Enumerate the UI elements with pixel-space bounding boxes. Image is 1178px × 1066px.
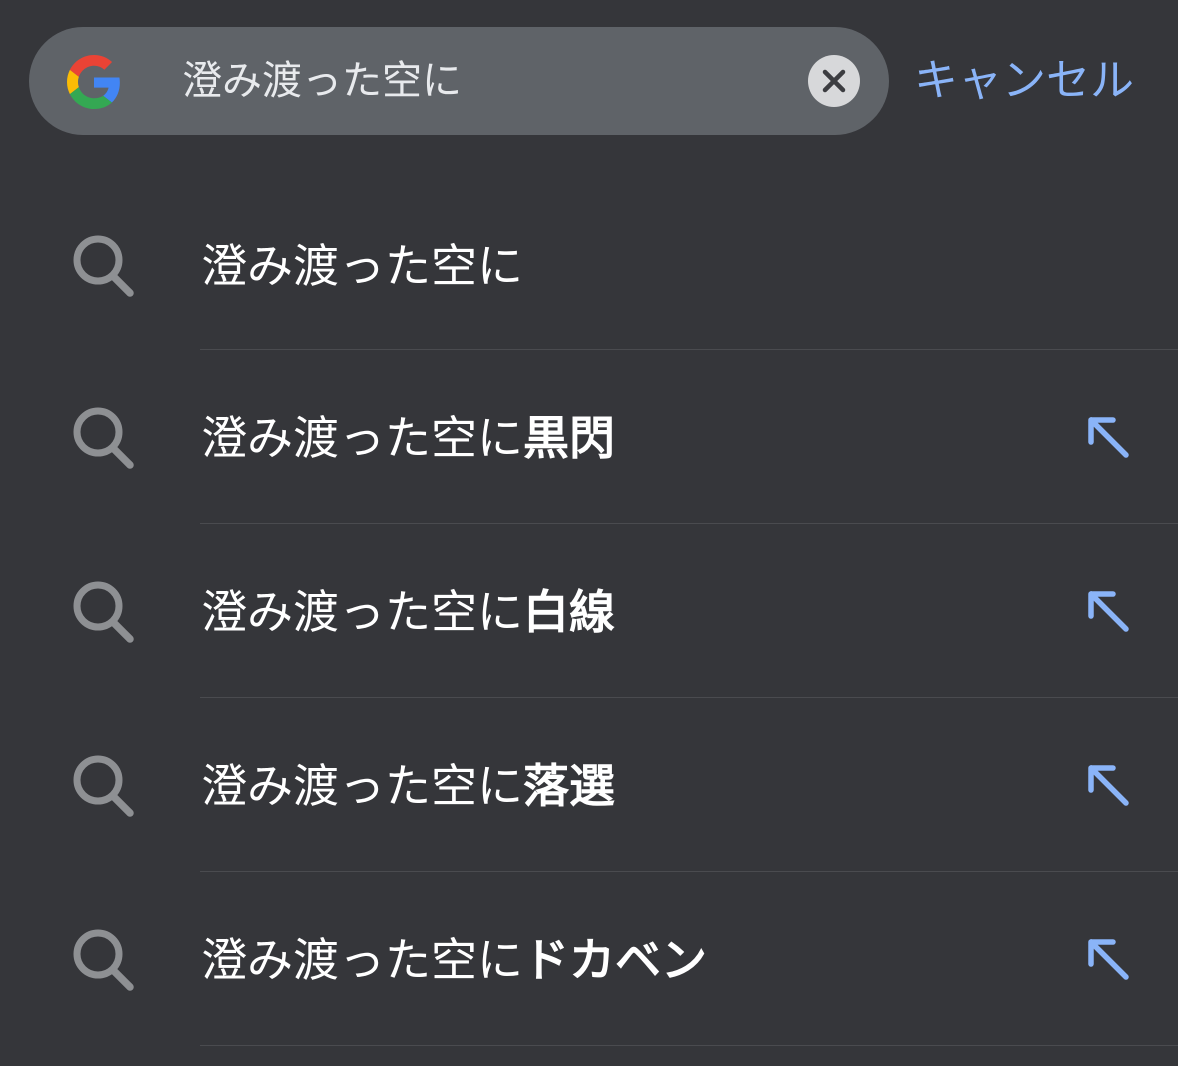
suggestion-list: 澄み渡った空に 澄み渡った空に黒閃 澄み渡った空に白線 澄み渡った空に落選 澄み渡った空… [0,178,1178,1046]
search-bar[interactable]: 澄み渡った空に [29,27,889,135]
google-g-icon [67,55,120,109]
search-icon [73,235,134,297]
fill-query-arrow-icon[interactable] [1082,586,1136,640]
suggestion-text: 澄み渡った空にドカベン [201,930,707,990]
suggestion-item[interactable]: 澄み渡った空に白線 [0,524,1178,698]
fill-query-arrow-icon[interactable] [1082,760,1136,814]
suggestion-prefix: 澄み渡った空に [201,933,523,987]
suggestion-item[interactable]: 澄み渡った空に黒閃 [0,350,1178,524]
search-icon [73,407,134,469]
clear-x-icon [822,69,846,93]
search-icon [73,755,134,817]
suggestion-prefix: 澄み渡った空に [201,239,523,293]
search-query-text[interactable]: 澄み渡った空に [182,53,462,109]
suggestion-text: 澄み渡った空に黒閃 [201,408,615,468]
suggestion-text: 澄み渡った空に [201,236,523,296]
divider [200,1045,1178,1046]
suggestion-completion: 白線 [523,585,615,639]
suggestion-completion: 落選 [523,759,615,813]
clear-button[interactable] [808,55,860,107]
fill-query-arrow-icon[interactable] [1082,412,1136,466]
suggestion-item[interactable]: 澄み渡った空に落選 [0,698,1178,872]
suggestion-completion: ドカベン [523,933,707,987]
suggestion-item[interactable]: 澄み渡った空にドカベン [0,872,1178,1046]
suggestion-prefix: 澄み渡った空に [201,585,523,639]
suggestion-completion: 黒閃 [523,411,615,465]
suggestion-item[interactable]: 澄み渡った空に [0,178,1178,350]
fill-query-arrow-icon[interactable] [1082,934,1136,988]
suggestion-prefix: 澄み渡った空に [201,411,523,465]
cancel-button[interactable]: キャンセル [914,52,1134,110]
suggestion-text: 澄み渡った空に落選 [201,756,615,816]
suggestion-prefix: 澄み渡った空に [201,759,523,813]
search-icon [73,929,134,991]
suggestion-text: 澄み渡った空に白線 [201,582,615,642]
search-icon [73,581,134,643]
